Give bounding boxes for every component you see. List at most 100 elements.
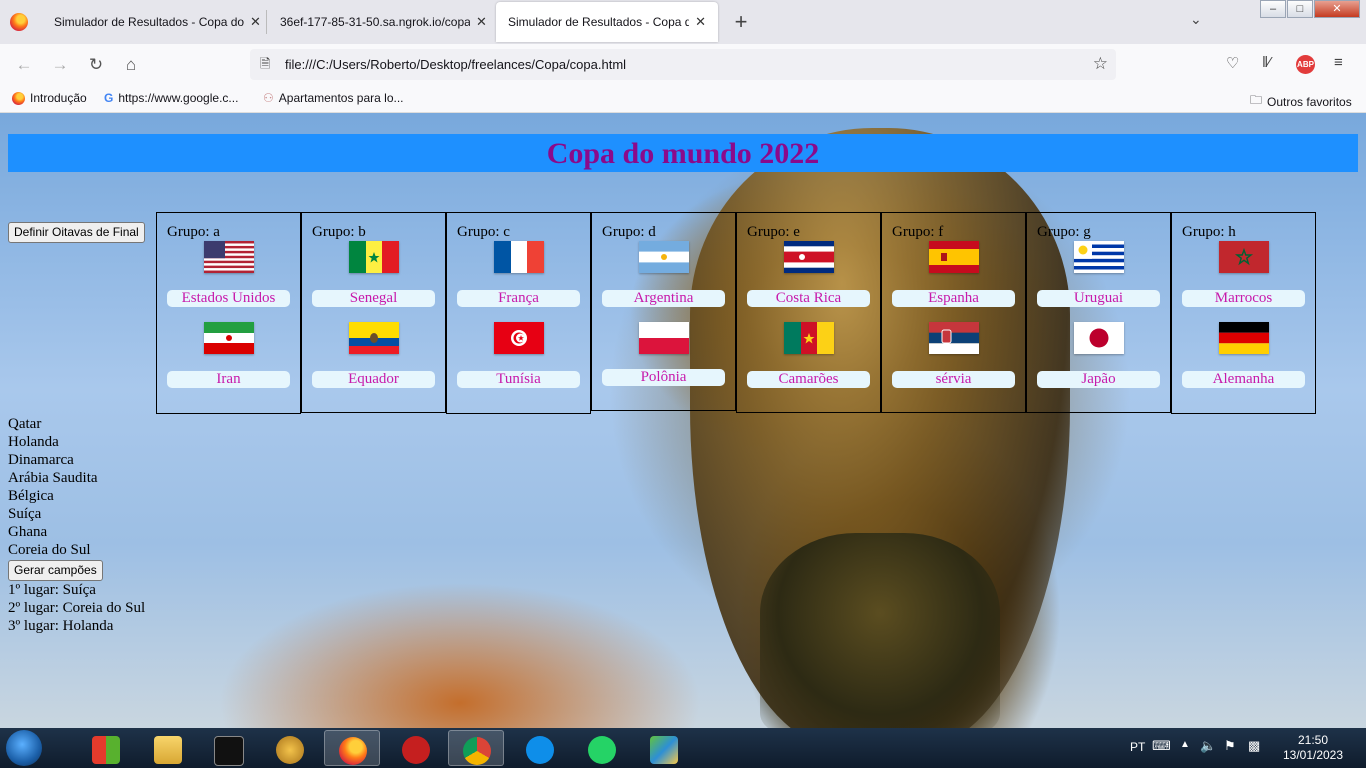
team-name: Estados Unidos	[167, 290, 290, 307]
forward-arrow-icon[interactable]: →	[48, 54, 72, 76]
germany-flag	[1219, 322, 1269, 354]
group-label: Grupo: f	[892, 224, 944, 240]
taskbar-item-active[interactable]	[324, 730, 380, 766]
list-item: Arábia Saudita	[8, 470, 98, 486]
bookmark-label: Apartamentos para lo...	[278, 91, 404, 105]
taskbar-item[interactable]	[140, 730, 196, 766]
other-bookmarks-label: Outros favoritos	[1267, 94, 1352, 109]
site-icon: ⚇	[263, 91, 274, 105]
list-item: Suíça	[8, 506, 42, 522]
taskbar-item[interactable]	[636, 730, 692, 766]
tab-1[interactable]: Simulador de Resultados - Copa do ✕	[42, 0, 273, 44]
folder-icon: 🗀	[1250, 93, 1263, 107]
back-arrow-icon[interactable]: ←	[12, 54, 36, 76]
serbia-flag	[929, 322, 979, 354]
team-name: Uruguai	[1037, 290, 1160, 307]
taskbar-item[interactable]	[512, 730, 568, 766]
windows-start-icon[interactable]	[6, 730, 42, 766]
genie-icon	[276, 736, 304, 764]
result-first: 1º lugar: Suíça	[8, 582, 96, 598]
pokerstars-icon	[402, 736, 430, 764]
bookmark-star-icon[interactable]: ☆	[1093, 54, 1108, 74]
group-label: Grupo: e	[747, 224, 800, 240]
other-teams-list: Qatar Holanda Dinamarca Arábia Saudita B…	[8, 415, 98, 559]
usa-flag	[204, 241, 254, 273]
navigation-bar: ← → ↻ ⌂ 🗎 file:///C:/Users/Roberto/Deskt…	[0, 44, 1366, 86]
cmd-icon	[214, 736, 244, 766]
group-h: Grupo: h Marrocos Alemanha	[1171, 212, 1316, 414]
team-name: Iran	[167, 371, 290, 388]
volume-icon[interactable]: 🔈	[1200, 738, 1216, 754]
results-list: 1º lugar: Suíça 2º lugar: Coreia do Sul …	[8, 581, 145, 635]
taskbar-item[interactable]	[262, 730, 318, 766]
reload-icon[interactable]: ↻	[84, 54, 108, 76]
bookmark-item[interactable]: Introdução	[12, 91, 87, 105]
close-icon[interactable]: ✕	[250, 14, 261, 30]
group-d: Grupo: d Argentina Polônia	[591, 212, 736, 411]
action-center-flag-icon[interactable]: ⚑	[1224, 738, 1236, 754]
tab-title: 36ef-177-85-31-50.sa.ngrok.io/copa	[280, 15, 470, 29]
close-icon[interactable]: ✕	[476, 14, 487, 30]
group-g: Grupo: g Uruguai Japão	[1026, 212, 1171, 413]
chrome-icon	[463, 737, 491, 765]
result-third: 3º lugar: Holanda	[8, 618, 114, 634]
bookmark-label: https://www.google.c...	[118, 91, 239, 105]
senegal-flag	[349, 241, 399, 273]
new-tab-button[interactable]: +	[730, 9, 752, 35]
generate-champions-button[interactable]: Gerar campões	[8, 560, 103, 581]
firefox-icon[interactable]	[10, 13, 28, 31]
screen: Simulador de Resultados - Copa do ✕ 36ef…	[0, 0, 1366, 768]
taskbar-item[interactable]	[574, 730, 630, 766]
france-flag	[494, 241, 544, 273]
group-label: Grupo: h	[1182, 224, 1236, 240]
url-text[interactable]: file:///C:/Users/Roberto/Desktop/freelan…	[285, 57, 626, 72]
keyboard-icon[interactable]: ⌨	[1152, 738, 1171, 754]
result-second: 2º lugar: Coreia do Sul	[8, 600, 146, 616]
group-label: Grupo: c	[457, 224, 510, 240]
bookmark-item[interactable]: G https://www.google.c...	[104, 91, 238, 105]
tab-2[interactable]: 36ef-177-85-31-50.sa.ngrok.io/copa ✕	[268, 0, 499, 44]
tab-3-active[interactable]: Simulador de Resultados - Copa do ✕	[496, 2, 718, 42]
clock-time: 21:50	[1297, 733, 1329, 747]
network-icon[interactable]: ▩	[1248, 738, 1260, 754]
chevron-down-icon[interactable]: ⌄	[1190, 11, 1202, 28]
bookmark-item[interactable]: ⚇ Apartamentos para lo...	[263, 91, 404, 105]
bookmarks-bar: Introdução G https://www.google.c... ⚇ A…	[0, 86, 1366, 113]
home-icon[interactable]: ⌂	[119, 54, 143, 76]
team-name: Polônia	[602, 369, 725, 386]
group-label: Grupo: g	[1037, 224, 1091, 240]
address-bar[interactable]: 🗎 file:///C:/Users/Roberto/Desktop/freel…	[250, 49, 1116, 80]
team-name: França	[457, 290, 580, 307]
taskbar-item[interactable]	[200, 730, 256, 766]
page-content: Copa do mundo 2022 Definir Oitavas de Fi…	[0, 113, 1366, 728]
show-hidden-icons-icon[interactable]: ▲	[1180, 739, 1190, 750]
pocket-icon[interactable]: ♡	[1226, 54, 1239, 72]
taskbar-item-active[interactable]	[448, 730, 504, 766]
group-a: Grupo: a Estados Unidos Iran	[156, 212, 301, 414]
cameroon-flag	[784, 322, 834, 354]
taskbar-item[interactable]	[388, 730, 444, 766]
close-window-button[interactable]: ✕	[1314, 0, 1360, 18]
taskbar-item[interactable]	[78, 730, 134, 766]
teamviewer-icon	[526, 736, 554, 764]
minimize-button[interactable]: –	[1260, 0, 1286, 18]
other-bookmarks[interactable]: 🗀 Outros favoritos	[1250, 91, 1352, 112]
list-item: Qatar	[8, 416, 42, 432]
group-label: Grupo: d	[602, 224, 656, 240]
file-explorer-icon	[154, 736, 182, 764]
group-f: Grupo: f Espanha sérvia	[881, 212, 1026, 413]
close-icon[interactable]: ✕	[695, 14, 706, 30]
group-e: Grupo: e Costa Rica Camarões	[736, 212, 881, 413]
language-indicator[interactable]: PT	[1130, 740, 1145, 754]
tunisia-flag	[494, 322, 544, 354]
team-name: sérvia	[892, 371, 1015, 388]
menu-icon[interactable]: ≡	[1334, 54, 1343, 71]
clock[interactable]: 21:50 13/01/2023	[1278, 733, 1348, 763]
library-icon[interactable]: ‖⁄	[1262, 54, 1271, 71]
define-round-of-16-button[interactable]: Definir Oitavas de Final	[8, 222, 145, 243]
maximize-button[interactable]: □	[1287, 0, 1313, 18]
adblock-icon[interactable]: ABP	[1296, 55, 1315, 74]
team-name: Marrocos	[1182, 290, 1305, 307]
clock-date: 13/01/2023	[1282, 748, 1344, 762]
google-icon: G	[104, 91, 114, 105]
